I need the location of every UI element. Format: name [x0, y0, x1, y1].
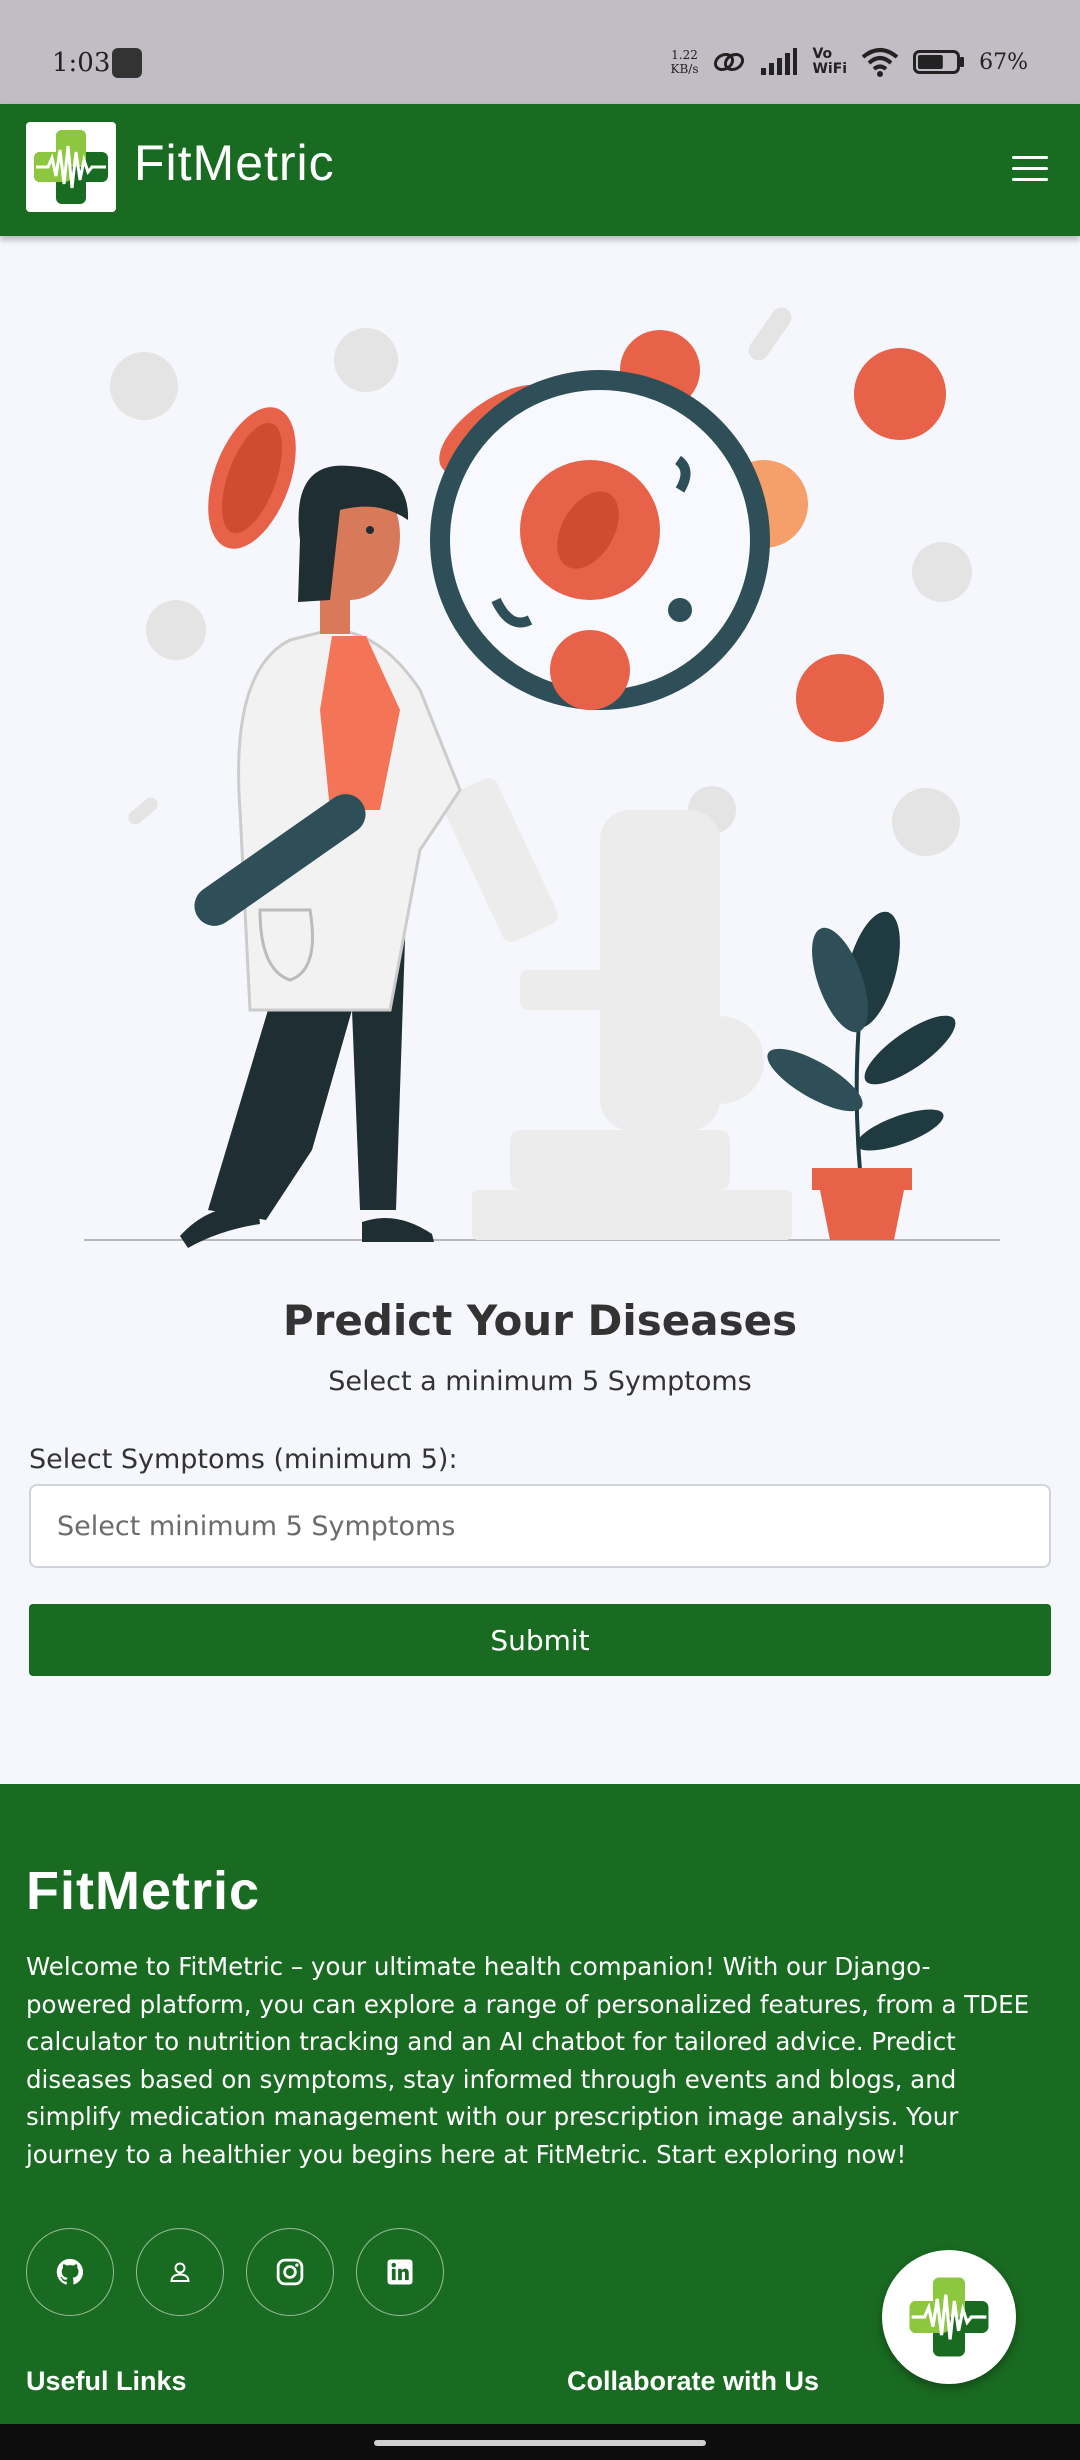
hero-illustration	[80, 290, 1000, 1260]
vowifi-top: Vo	[812, 46, 833, 62]
doctor-figure	[180, 465, 462, 1248]
page-subtitle: Select a minimum 5 Symptoms	[328, 1366, 752, 1397]
hamburger-menu-icon[interactable]	[1008, 150, 1052, 190]
instagram-icon[interactable]	[246, 2228, 334, 2316]
user-icon[interactable]	[136, 2228, 224, 2316]
collaborate-heading: Collaborate with Us	[567, 2366, 820, 2396]
footer-description: Welcome to FitMetric – your ultimate hea…	[26, 1952, 1030, 2169]
page-title: Predict Your Diseases	[282, 1296, 798, 1345]
battery-percent: 67%	[979, 49, 1028, 75]
network-speed-value: 1.22	[671, 48, 698, 62]
system-nav-bar	[0, 2424, 1080, 2460]
symptoms-select-input[interactable]	[29, 1484, 1051, 1568]
battery-icon	[913, 50, 965, 74]
linkedin-icon[interactable]	[356, 2228, 444, 2316]
useful-links-heading: Useful Links	[26, 2366, 187, 2396]
vowifi-icon: Vo WiFi	[812, 47, 847, 77]
network-speed: 1.22 KB/s	[671, 48, 699, 76]
chatbot-fab-button[interactable]	[882, 2250, 1016, 2384]
status-icons: 1.22 KB/s Vo WiFi 67%	[671, 44, 1028, 80]
symptoms-label: Select Symptoms (minimum 5):	[29, 1444, 458, 1475]
brand-name[interactable]: FitMetric	[134, 134, 335, 192]
logo-icon	[909, 2277, 989, 2357]
github-icon[interactable]	[26, 2228, 114, 2316]
status-bar: 1:03 1.22 KB/s Vo WiFi 67%	[0, 0, 1080, 104]
virus	[208, 407, 296, 549]
wifi-icon	[861, 48, 899, 77]
logo[interactable]	[26, 122, 116, 212]
logo-icon	[34, 130, 108, 204]
network-speed-unit: KB/s	[670, 62, 699, 76]
app-header: FitMetric	[0, 104, 1080, 236]
home-gesture-pill[interactable]	[374, 2440, 706, 2446]
signal-icon	[761, 48, 798, 75]
status-time: 1:03	[52, 48, 111, 78]
submit-button[interactable]: Submit	[29, 1604, 1051, 1676]
link-icon	[714, 52, 745, 72]
notification-icon	[112, 48, 142, 78]
plant	[767, 911, 956, 1240]
vowifi-bottom: WiFi	[812, 61, 848, 77]
footer-brand: FitMetric	[26, 1861, 261, 1921]
